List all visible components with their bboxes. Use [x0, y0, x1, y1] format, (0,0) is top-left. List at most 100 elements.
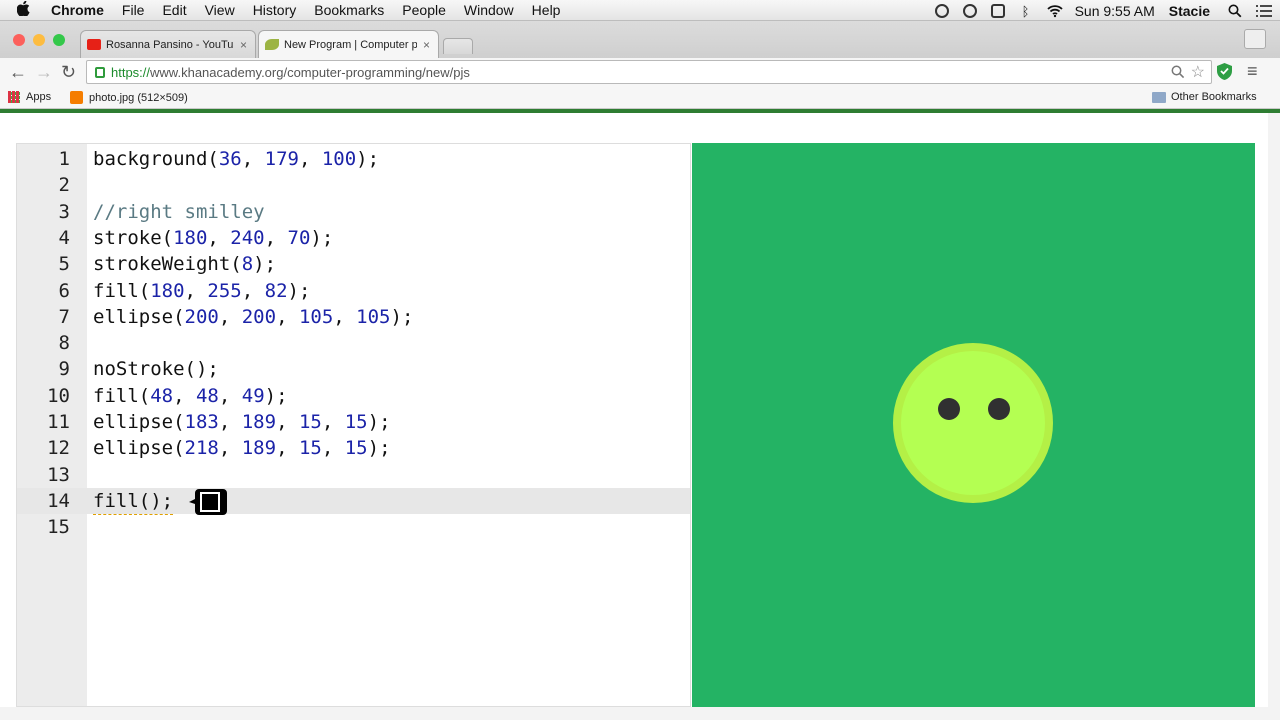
minimize-window-button[interactable]	[33, 34, 45, 46]
color-picker-tooltip[interactable]	[189, 487, 229, 517]
back-button[interactable]: ←	[9, 62, 27, 82]
chrome-menu-button[interactable]: ≡	[1247, 61, 1258, 81]
program-output-canvas[interactable]	[692, 143, 1255, 707]
menu-chrome[interactable]: Chrome	[51, 2, 104, 18]
page-header-accent	[0, 109, 1280, 113]
code-line[interactable]: 4 stroke(180, 240, 70);	[17, 225, 690, 251]
reload-button[interactable]: ↻	[61, 62, 76, 82]
checkbox-status-icon[interactable]	[990, 3, 1005, 18]
code-text[interactable]: stroke(180, 240, 70);	[93, 225, 333, 251]
menu-help[interactable]: Help	[532, 2, 561, 18]
code-line[interactable]: 3 //right smilley	[17, 199, 690, 225]
bookmarks-bar: Apps photo.jpg (512×509) Other Bookmarks	[0, 86, 1280, 109]
close-window-button[interactable]	[13, 34, 25, 46]
code-text[interactable]: fill(48, 48, 49);	[93, 383, 288, 409]
record-status-icon[interactable]	[934, 3, 949, 18]
bluetooth-icon[interactable]: ᛒ	[1019, 4, 1033, 19]
tab-khan-academy[interactable]: New Program | Computer p ×	[258, 30, 439, 58]
menu-view[interactable]: View	[205, 2, 235, 18]
bookmark-apps[interactable]: Apps	[8, 91, 51, 103]
bookmark-label: Apps	[26, 91, 52, 103]
menu-bookmarks[interactable]: Bookmarks	[314, 2, 384, 18]
line-number: 4	[58, 226, 70, 249]
tab-youtube[interactable]: Rosanna Pansino - YouTub ×	[80, 30, 256, 58]
page-margin-right	[1268, 113, 1280, 713]
apple-menu-icon[interactable]	[16, 0, 39, 20]
code-text[interactable]: fill();	[93, 488, 174, 515]
code-editor[interactable]: 1 background(36, 179, 100); 2 3 //right smil…	[16, 143, 691, 707]
code-line[interactable]: 15	[17, 514, 690, 540]
bookmark-star-icon[interactable]: ☆	[1191, 62, 1205, 82]
code-line[interactable]: 14 fill();	[17, 487, 690, 515]
line-number: 8	[58, 332, 70, 355]
wifi-icon[interactable]	[1046, 4, 1063, 18]
menu-window[interactable]: Window	[464, 2, 514, 18]
code-line[interactable]: 11 ellipse(183, 189, 15, 15);	[17, 409, 690, 435]
new-tab-button[interactable]	[443, 38, 473, 54]
code-line[interactable]: 9 noStroke();	[17, 356, 690, 382]
smiley-left-eye	[938, 398, 960, 420]
code-line[interactable]: 8	[17, 330, 690, 356]
line-number: 7	[58, 305, 70, 328]
user-name[interactable]: Stacie	[1169, 3, 1210, 19]
notification-center-icon[interactable]	[1256, 4, 1272, 18]
code-line[interactable]: 12 ellipse(218, 189, 15, 15);	[17, 435, 690, 461]
code-text[interactable]: //right smilley	[93, 199, 265, 225]
other-bookmarks[interactable]: Other Bookmarks	[1152, 91, 1257, 103]
code-text[interactable]: ellipse(183, 189, 15, 15);	[93, 409, 391, 435]
close-tab-icon[interactable]: ×	[423, 38, 430, 52]
code-text[interactable]: ellipse(218, 189, 15, 15);	[93, 435, 391, 461]
bookmark-photo[interactable]: photo.jpg (512×509)	[70, 91, 188, 104]
zoom-icon[interactable]	[1171, 65, 1185, 82]
macos-menu-bar: Chrome File Edit View History Bookmarks …	[0, 0, 1280, 21]
folder-icon	[1152, 91, 1166, 103]
clock-text[interactable]: Sun 9:55 AM	[1075, 3, 1155, 19]
code-line[interactable]: 5 strokeWeight(8);	[17, 251, 690, 277]
code-text[interactable]: strokeWeight(8);	[93, 251, 276, 277]
line-number: 5	[58, 253, 70, 276]
forward-button[interactable]: →	[35, 62, 53, 82]
browser-toolbar: ← → ↻ https:// www.khanacademy.org/compu…	[0, 58, 1280, 86]
line-number: 11	[47, 411, 70, 433]
chrome-tab-strip: Rosanna Pansino - YouTub × New Program |…	[0, 21, 1280, 58]
code-text[interactable]: background(36, 179, 100);	[93, 146, 379, 172]
bookmark-label: photo.jpg (512×509)	[89, 91, 188, 104]
code-line[interactable]: 13	[17, 462, 690, 488]
creative-cloud-icon[interactable]	[962, 3, 977, 18]
code-line[interactable]: 6 fill(180, 255, 82);	[17, 278, 690, 304]
tab-title: Rosanna Pansino - YouTub	[106, 38, 234, 51]
line-number: 14	[47, 489, 70, 512]
line-number: 9	[58, 358, 70, 381]
code-line[interactable]: 2	[17, 172, 690, 198]
code-line[interactable]: 1 background(36, 179, 100);	[17, 146, 690, 172]
menu-file[interactable]: File	[122, 2, 145, 18]
youtube-icon	[87, 39, 101, 50]
code-text[interactable]: ellipse(200, 200, 105, 105);	[93, 304, 413, 330]
code-text[interactable]: fill(180, 255, 82);	[93, 278, 310, 304]
code-text[interactable]: noStroke();	[93, 356, 219, 382]
line-number: 6	[58, 279, 70, 302]
address-bar[interactable]: https:// www.khanacademy.org/computer-pr…	[86, 60, 1212, 84]
menu-history[interactable]: History	[253, 2, 297, 18]
code-line[interactable]: 10 fill(48, 48, 49);	[17, 383, 690, 409]
bookmark-label: Other Bookmarks	[1171, 91, 1257, 103]
tab-title: New Program | Computer p	[284, 38, 417, 51]
extension-shield-icon[interactable]	[1217, 63, 1232, 85]
close-tab-icon[interactable]: ×	[240, 38, 247, 52]
profile-icon[interactable]	[1244, 29, 1266, 49]
line-number: 13	[47, 463, 70, 486]
url-scheme: https://	[111, 64, 151, 80]
spotlight-search-icon[interactable]	[1228, 4, 1242, 18]
smiley-face	[893, 343, 1053, 503]
menu-people[interactable]: People	[402, 2, 446, 18]
url-path: www.khanacademy.org/computer-programming…	[150, 64, 470, 80]
blogger-icon	[70, 91, 83, 104]
line-number: 15	[47, 516, 70, 539]
apps-grid-icon	[8, 91, 20, 103]
khan-leaf-icon	[265, 39, 279, 50]
zoom-window-button[interactable]	[53, 34, 65, 46]
menu-edit[interactable]: Edit	[162, 2, 186, 18]
code-line[interactable]: 7 ellipse(200, 200, 105, 105);	[17, 304, 690, 330]
line-number: 12	[47, 437, 70, 460]
canvas-drawing	[692, 143, 1255, 707]
